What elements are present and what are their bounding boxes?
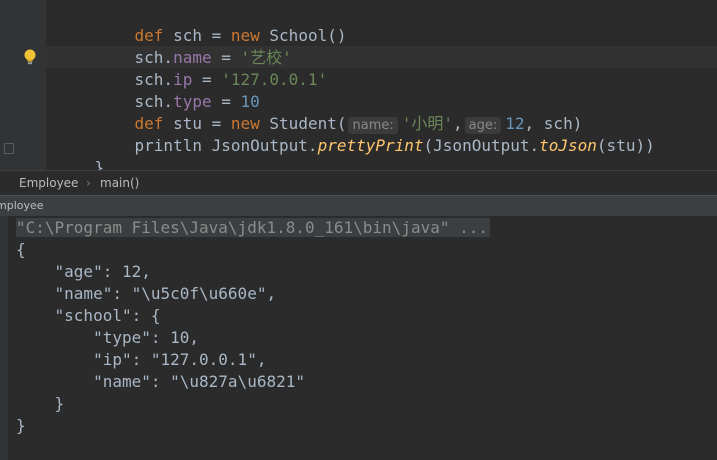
console-line: { <box>16 240 26 259</box>
console-line: "name": "\u827a\u6821" <box>16 372 305 391</box>
code-line[interactable]: println JsonOutput.prettyPrint(JsonOutpu… <box>96 113 655 155</box>
breadcrumb: Employee › main() <box>0 170 717 195</box>
code-line[interactable]: sch.ip = '127.0.0.1' <box>96 47 328 89</box>
code-line[interactable]: sch.type = 10 <box>96 69 260 111</box>
console-line: } <box>16 394 65 413</box>
lightbulb-icon[interactable] <box>22 48 38 66</box>
code-line[interactable]: sch.name = '艺校' <box>96 25 292 67</box>
console-command-line: "C:\Program Files\Java\jdk1.8.0_161\bin\… <box>16 218 491 237</box>
code-line[interactable]: def stu = new Student(name: '小明', age: 12, … <box>96 91 582 134</box>
console-line: } <box>16 416 26 435</box>
breadcrumb-method[interactable]: main() <box>100 176 139 190</box>
code-line[interactable]: } <box>56 135 105 170</box>
editor-gutter <box>0 0 46 170</box>
breadcrumb-separator: › <box>86 176 91 190</box>
console-line: "age": 12, <box>16 262 151 281</box>
run-tab-label[interactable]: mployee <box>0 199 44 212</box>
console-line: "ip": "127.0.0.1", <box>16 350 267 369</box>
console-output[interactable]: "C:\Program Files\Java\jdk1.8.0_161\bin\… <box>0 216 717 460</box>
console-gutter <box>0 216 8 460</box>
console-line: "type": 10, <box>16 328 200 347</box>
fold-marker-icon[interactable] <box>4 143 14 154</box>
code-editor[interactable]: def sch = new School() sch.name = '艺校' s… <box>0 0 717 170</box>
run-panel-header: mployee <box>0 195 717 216</box>
code-line[interactable]: def sch = new School() <box>96 3 347 45</box>
breadcrumb-class[interactable]: Employee <box>19 176 78 190</box>
console-line: "name": "\u5c0f\u660e", <box>16 284 277 303</box>
console-line: "school": { <box>16 306 161 325</box>
